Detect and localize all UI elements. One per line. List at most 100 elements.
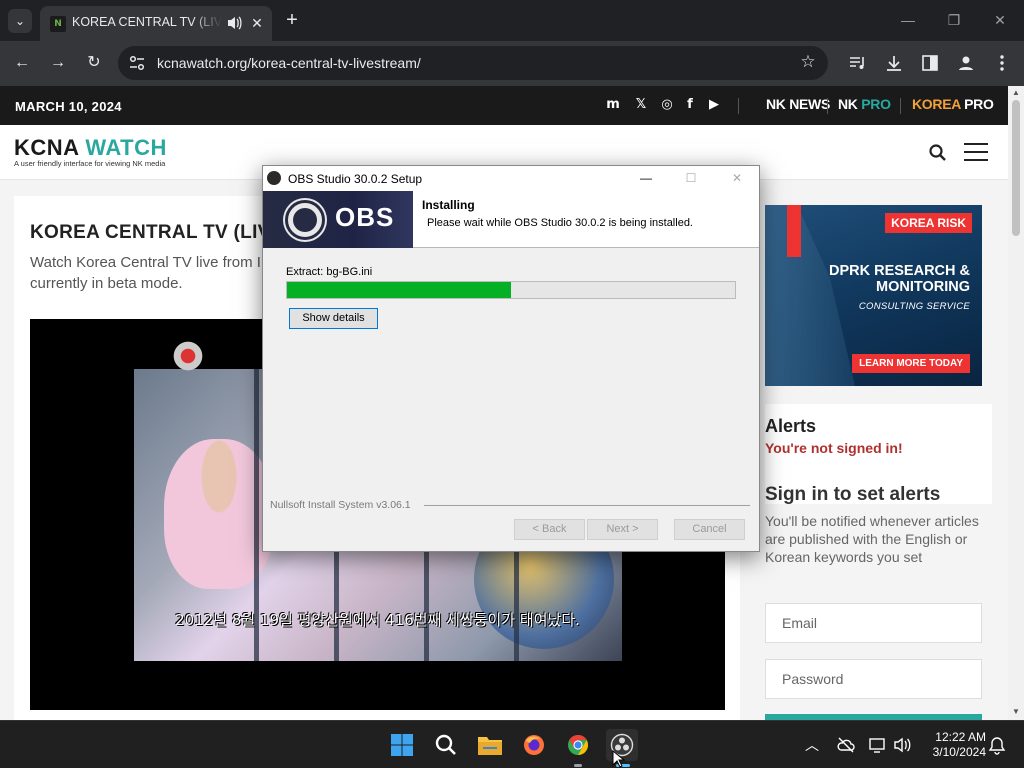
installing-heading: Installing	[422, 198, 475, 212]
tab-close-icon[interactable]: ✕	[248, 14, 266, 32]
system-clock[interactable]: 12:22 AM 3/10/2024	[918, 730, 986, 760]
korea-pro-pro: PRO	[964, 96, 994, 112]
bookmark-star-icon[interactable]: ☆	[798, 52, 818, 72]
article-title: KOREA CENTRAL TV (LIVE	[30, 222, 284, 243]
volume-icon[interactable]	[892, 735, 912, 755]
page-scrollbar[interactable]: ▲ ▼	[1008, 86, 1024, 720]
mouse-cursor-icon	[612, 750, 626, 768]
forward-arrow-icon[interactable]: →	[46, 51, 70, 75]
reload-icon[interactable]: ↻	[82, 51, 106, 75]
signin-description: You'll be notified whenever articles are…	[765, 513, 979, 565]
password-placeholder: Password	[782, 671, 844, 687]
cancel-button: Cancel	[674, 519, 745, 540]
browser-toolbar: ← → ↻ kcnawatch.org/korea-central-tv-liv…	[0, 41, 1024, 86]
hamburger-menu-icon[interactable]	[964, 143, 988, 163]
dialog-titlebar[interactable]: OBS Studio 30.0.2 Setup — ☐ ✕	[263, 166, 759, 191]
minimize-icon[interactable]: —	[898, 10, 918, 30]
progress-fill	[287, 282, 511, 298]
scroll-up-icon[interactable]: ▲	[1012, 89, 1020, 97]
network-icon[interactable]	[868, 735, 888, 755]
logo-kcna: KCNA	[14, 135, 79, 160]
installing-subtext: Please wait while OBS Studio 30.0.2 is b…	[427, 217, 693, 229]
file-explorer-button[interactable]	[474, 729, 506, 761]
search-icon	[435, 734, 456, 755]
tab-search-button[interactable]: ⌄	[8, 9, 32, 33]
restore-icon[interactable]: ❐	[944, 10, 964, 30]
speaker-icon[interactable]	[226, 14, 242, 32]
kctv-emblem-icon	[170, 341, 206, 371]
facebook-icon[interactable]: f	[681, 96, 699, 114]
search-icon[interactable]	[928, 143, 948, 163]
ad-subtitle: CONSULTING SERVICE	[858, 301, 970, 312]
windows-taskbar: ︿ 12:22 AM 3/10/2024	[0, 720, 1024, 768]
ad-red-accent	[787, 205, 801, 257]
instagram-icon[interactable]: ◎	[658, 96, 676, 114]
email-placeholder: Email	[782, 615, 818, 631]
scroll-thumb[interactable]	[1012, 100, 1020, 236]
kcna-watch-logo[interactable]: KCNA WATCH	[14, 135, 167, 161]
tab-favicon-icon: N	[50, 16, 66, 32]
ad-learn-more-button[interactable]: LEARN MORE TODAY	[852, 354, 970, 373]
download-icon[interactable]	[884, 53, 904, 73]
dialog-minimize-icon[interactable]: —	[632, 169, 660, 187]
dialog-close-icon: ✕	[731, 171, 743, 185]
clock-date: 3/10/2024	[932, 745, 986, 759]
alerts-not-signed-in: You're not signed in!	[765, 440, 903, 456]
chrome-button[interactable]	[562, 729, 594, 767]
media-controls-icon[interactable]	[848, 53, 868, 73]
nsis-version: Nullsoft Install System v3.06.1	[270, 499, 411, 511]
show-details-button[interactable]: Show details	[289, 308, 378, 329]
obs-setup-dialog: OBS Studio 30.0.2 Setup — ☐ ✕ OBS Instal…	[262, 165, 760, 552]
notification-bell-icon[interactable]	[987, 735, 1007, 755]
browser-tab-bar: ⌄ N KOREA CENTRAL TV (LIVESTREAM) ✕ + — …	[0, 0, 1024, 41]
browser-tab-active[interactable]: N KOREA CENTRAL TV (LIVESTREAM) ✕	[40, 6, 272, 41]
running-indicator	[574, 764, 582, 767]
site-info-icon[interactable]	[128, 54, 146, 72]
clock-time: 12:22 AM	[935, 730, 986, 744]
nk-news-link[interactable]: NK NEWS	[766, 96, 830, 112]
obs-banner: OBS	[263, 191, 413, 248]
taskbar-search-button[interactable]	[430, 729, 462, 761]
next-button: Next >	[587, 519, 658, 540]
back-button: < Back	[514, 519, 585, 540]
dialog-header: OBS Installing Please wait while OBS Stu…	[263, 191, 759, 248]
chrome-icon	[568, 735, 588, 755]
site-date: MARCH 10, 2024	[15, 99, 122, 114]
divider	[424, 505, 750, 506]
cloud-offline-icon[interactable]	[836, 735, 856, 755]
nk-pro-link[interactable]: NK PRO	[838, 96, 891, 112]
alerts-title: Alerts	[765, 416, 817, 436]
obs-app-icon	[267, 171, 281, 185]
nk-pro-pro: PRO	[861, 96, 891, 112]
back-arrow-icon[interactable]: ←	[10, 51, 34, 75]
divider	[827, 98, 828, 114]
ad-building-graphic	[765, 205, 855, 386]
side-panel-icon[interactable]	[920, 53, 940, 73]
ad-title: DPRK RESEARCH & MONITORING	[829, 263, 970, 295]
profile-icon[interactable]	[956, 53, 976, 73]
scroll-down-icon[interactable]: ▼	[1012, 708, 1020, 716]
video-subtitle: 2012년 8월 19일 평양산원에서 416번째 세쌍둥이가 태여났다.	[175, 611, 580, 629]
email-field[interactable]: Email	[765, 603, 982, 643]
chevron-up-icon[interactable]: ︿	[802, 735, 822, 755]
windows-logo-icon	[391, 734, 413, 756]
logo-tagline: A user friendly interface for viewing NK…	[14, 159, 166, 168]
new-tab-button[interactable]: +	[282, 9, 302, 31]
youtube-icon[interactable]: ▶	[705, 96, 723, 114]
x-twitter-icon[interactable]: 𝕏	[632, 96, 650, 114]
password-field[interactable]: Password	[765, 659, 982, 699]
nk-pro-nk: NK	[838, 96, 858, 112]
extract-status: Extract: bg-BG.ini	[286, 266, 373, 278]
divider	[738, 98, 739, 114]
ad-logo: KOREA RISK	[885, 213, 972, 233]
mastodon-icon[interactable]: m	[604, 96, 622, 114]
start-button[interactable]	[386, 729, 418, 761]
address-bar[interactable]: kcnawatch.org/korea-central-tv-livestrea…	[118, 46, 828, 80]
kebab-menu-icon[interactable]	[992, 53, 1012, 73]
close-window-icon[interactable]: ✕	[990, 10, 1010, 30]
firefox-button[interactable]	[518, 729, 550, 761]
korea-pro-link[interactable]: KOREA PRO	[912, 96, 994, 112]
logo-watch: WATCH	[85, 135, 167, 160]
korea-risk-ad[interactable]: KOREA RISK DPRK RESEARCH & MONITORING CO…	[765, 205, 982, 386]
divider	[900, 98, 901, 114]
